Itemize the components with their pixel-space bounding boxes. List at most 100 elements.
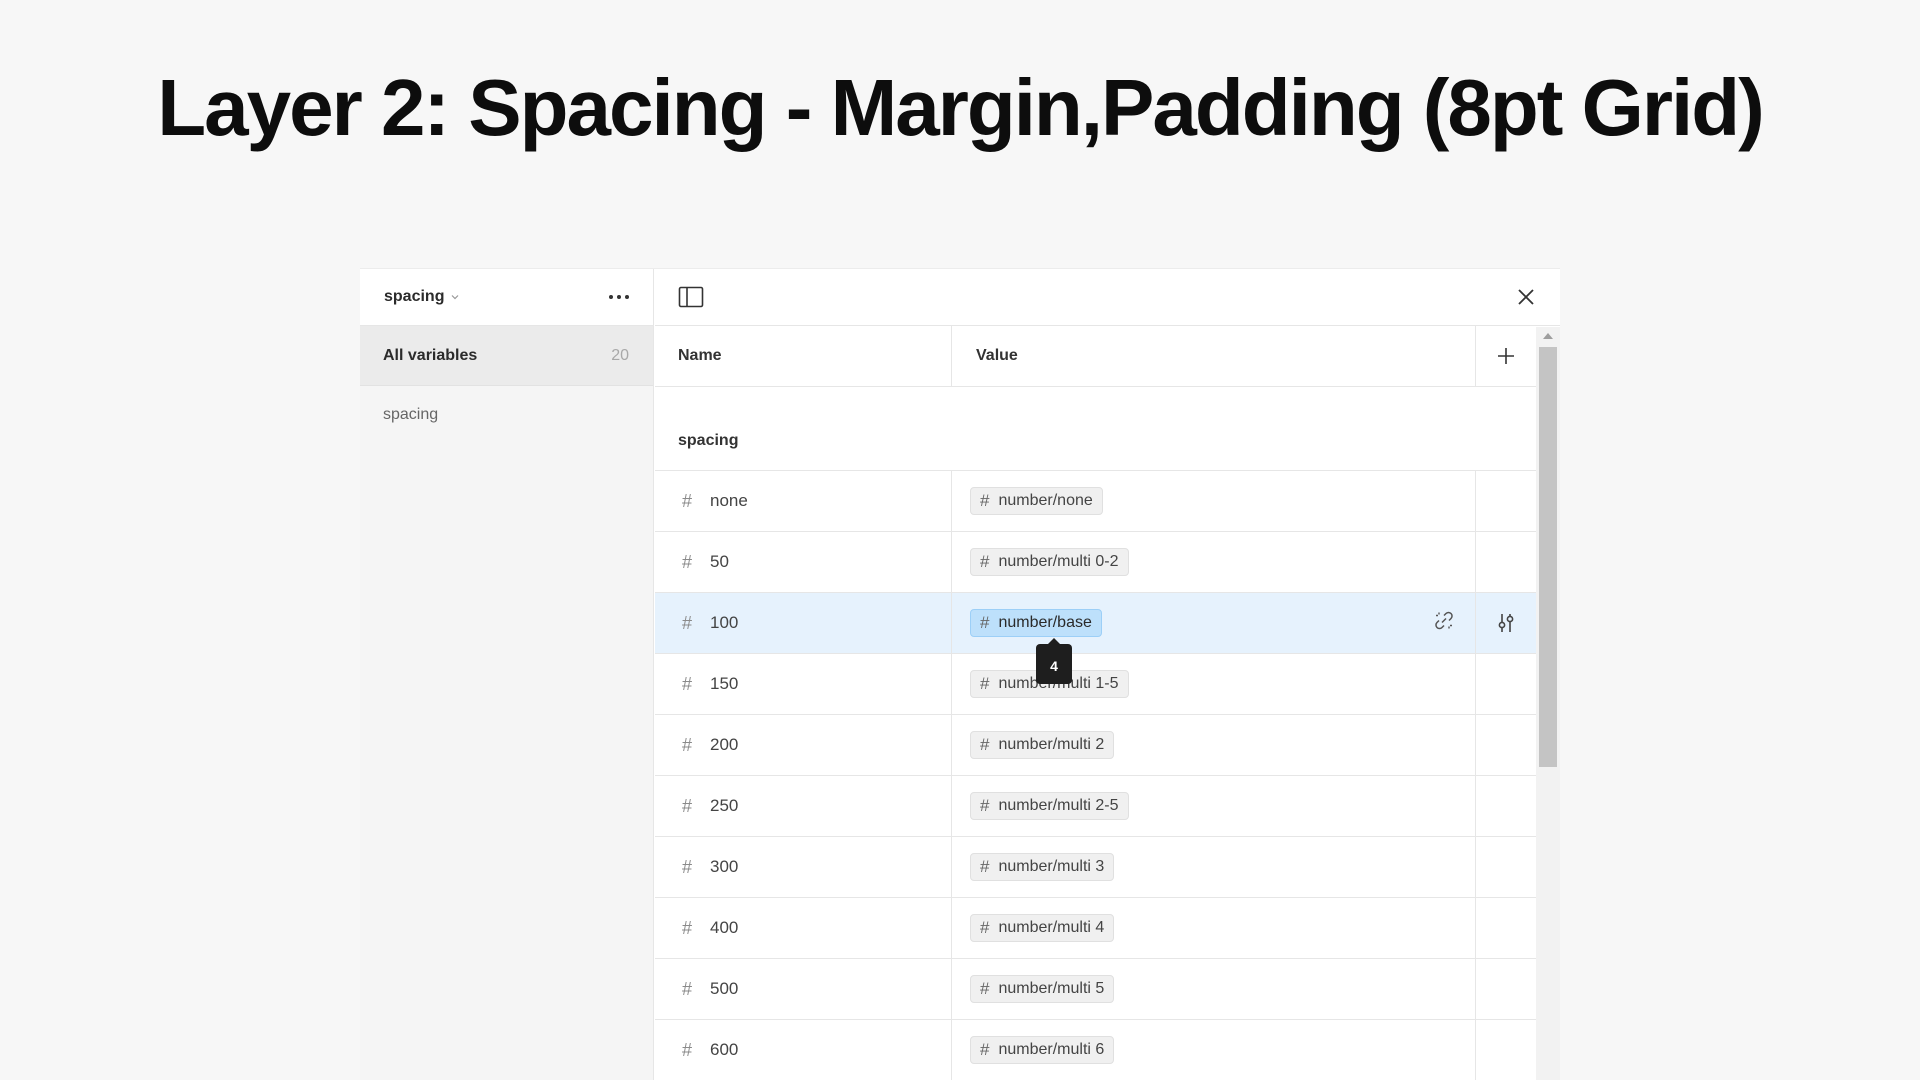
sidebar-toggle-icon[interactable] [677,283,705,311]
hash-icon: # [980,918,990,937]
alias-value: number/multi 0-2 [998,553,1119,570]
collections-sidebar: spacing All variables 20 spacing [360,269,654,1080]
row-action-cell [1476,654,1536,714]
table-row[interactable]: #500 # number/multi 5 [655,959,1536,1020]
row-action-cell [1476,1020,1536,1080]
hash-icon: # [980,552,990,571]
row-action-cell [1476,715,1536,775]
alias-pill[interactable]: # number/multi 0-2 [970,548,1129,576]
hash-icon: # [681,795,692,816]
sidebar-header: spacing [360,269,653,326]
alias-value: number/base [998,614,1092,631]
table-row[interactable]: #300 # number/multi 3 [655,837,1536,898]
variable-name: 150 [710,674,739,693]
table-row[interactable]: #150#number/multi 1-5 [655,654,1536,715]
variable-name: 100 [710,613,739,632]
alias-value: number/multi 4 [998,919,1105,936]
variable-name-cell[interactable]: #250 [655,776,952,836]
alias-value: number/multi 5 [998,980,1105,997]
add-variable-button[interactable] [1476,326,1536,386]
variable-value-cell[interactable]: # number/none [952,471,1476,531]
sidebar-item-spacing[interactable]: spacing [360,386,653,444]
variable-name-cell[interactable]: #200 [655,715,952,775]
variable-name-cell[interactable]: #50 [655,532,952,592]
row-action-cell [1476,837,1536,897]
sliders-icon[interactable] [1495,612,1517,634]
row-action-cell [1476,898,1536,958]
detach-alias-icon[interactable] [1433,610,1455,637]
variable-value-cell[interactable]: # number/multi 4 [952,898,1476,958]
hash-icon: # [681,734,692,755]
variable-value-cell[interactable]: # number/multi 6 [952,1020,1476,1080]
alias-value: number/multi 6 [998,1041,1105,1058]
variable-name-cell[interactable]: #600 [655,1020,952,1080]
row-action-cell[interactable] [1476,593,1536,653]
sidebar-item-all-variables[interactable]: All variables 20 [360,326,653,386]
value-column-header: Value [952,326,1476,386]
variable-value-cell[interactable]: # number/multi 0-2 [952,532,1476,592]
more-icon[interactable] [603,289,635,305]
variable-name-cell[interactable]: #150 [655,654,952,714]
variable-value-cell[interactable]: #number/multi 1-5 [952,654,1476,714]
table-row[interactable]: #100 # number/base [655,593,1536,654]
table-toolbar [655,269,1560,326]
alias-pill[interactable]: # number/base [970,609,1102,637]
alias-pill[interactable]: # number/multi 2 [970,731,1115,759]
collection-name: spacing [384,288,445,305]
hash-icon: # [980,491,990,510]
table-row[interactable]: #250 # number/multi 2-5 [655,776,1536,837]
alias-pill[interactable]: # number/multi 3 [970,853,1115,881]
scroll-thumb[interactable] [1539,347,1557,767]
variable-name: none [710,491,748,510]
variable-count: 20 [611,346,629,364]
scroll-up-arrow[interactable] [1543,333,1553,339]
hash-icon: # [681,551,692,572]
variable-name: 500 [710,979,739,998]
variables-table-area: Name Value spacing # none # number/none #50 #… [655,269,1560,1080]
hash-icon: # [980,857,990,876]
hash-icon: # [681,1039,692,1060]
variable-name: 600 [710,1040,739,1059]
hash-icon: # [980,735,990,754]
variable-value-cell[interactable]: # number/multi 5 [952,959,1476,1019]
row-action-cell [1476,532,1536,592]
variable-name-cell[interactable]: #400 [655,898,952,958]
alias-pill[interactable]: # number/multi 6 [970,1036,1115,1064]
variable-value-cell[interactable]: # number/multi 2 [952,715,1476,775]
alias-value: number/multi 3 [998,858,1105,875]
hash-icon: # [681,612,692,633]
vertical-scrollbar[interactable] [1536,327,1560,1080]
variable-value-cell[interactable]: # number/multi 3 [952,837,1476,897]
hash-icon: # [980,1040,990,1059]
alias-value: number/none [998,492,1093,509]
alias-pill[interactable]: # number/none [970,487,1103,515]
row-action-cell [1476,959,1536,1019]
variable-name-cell[interactable]: #300 [655,837,952,897]
variable-name: 200 [710,735,739,754]
collection-dropdown[interactable]: spacing [384,288,460,306]
alias-pill[interactable]: # number/multi 4 [970,914,1115,942]
table-row[interactable]: # none # number/none [655,471,1536,532]
hash-icon: # [980,796,990,815]
table-row[interactable]: #400 # number/multi 4 [655,898,1536,959]
hash-icon: # [681,978,692,999]
alias-pill[interactable]: # number/multi 5 [970,975,1115,1003]
alias-pill[interactable]: # number/multi 2-5 [970,792,1129,820]
variable-name-cell[interactable]: #500 [655,959,952,1019]
variable-value-cell[interactable]: # number/multi 2-5 [952,776,1476,836]
chevron-down-icon [452,295,459,300]
plus-icon [1498,348,1514,364]
hash-icon: # [980,613,990,632]
table-row[interactable]: #600 # number/multi 6 [655,1020,1536,1080]
table-row[interactable]: #200 # number/multi 2 [655,715,1536,776]
variable-value-cell[interactable]: # number/base [952,593,1476,653]
hash-icon: # [980,674,990,693]
close-icon[interactable] [1512,283,1540,311]
variable-name-cell[interactable]: #100 [655,593,952,653]
name-column-header: Name [655,326,952,386]
variable-name-cell[interactable]: # none [655,471,952,531]
table-row[interactable]: #50 # number/multi 0-2 [655,532,1536,593]
hash-icon: # [681,856,692,877]
value-tooltip: 4 [1036,638,1072,684]
hash-icon: # [681,673,692,694]
